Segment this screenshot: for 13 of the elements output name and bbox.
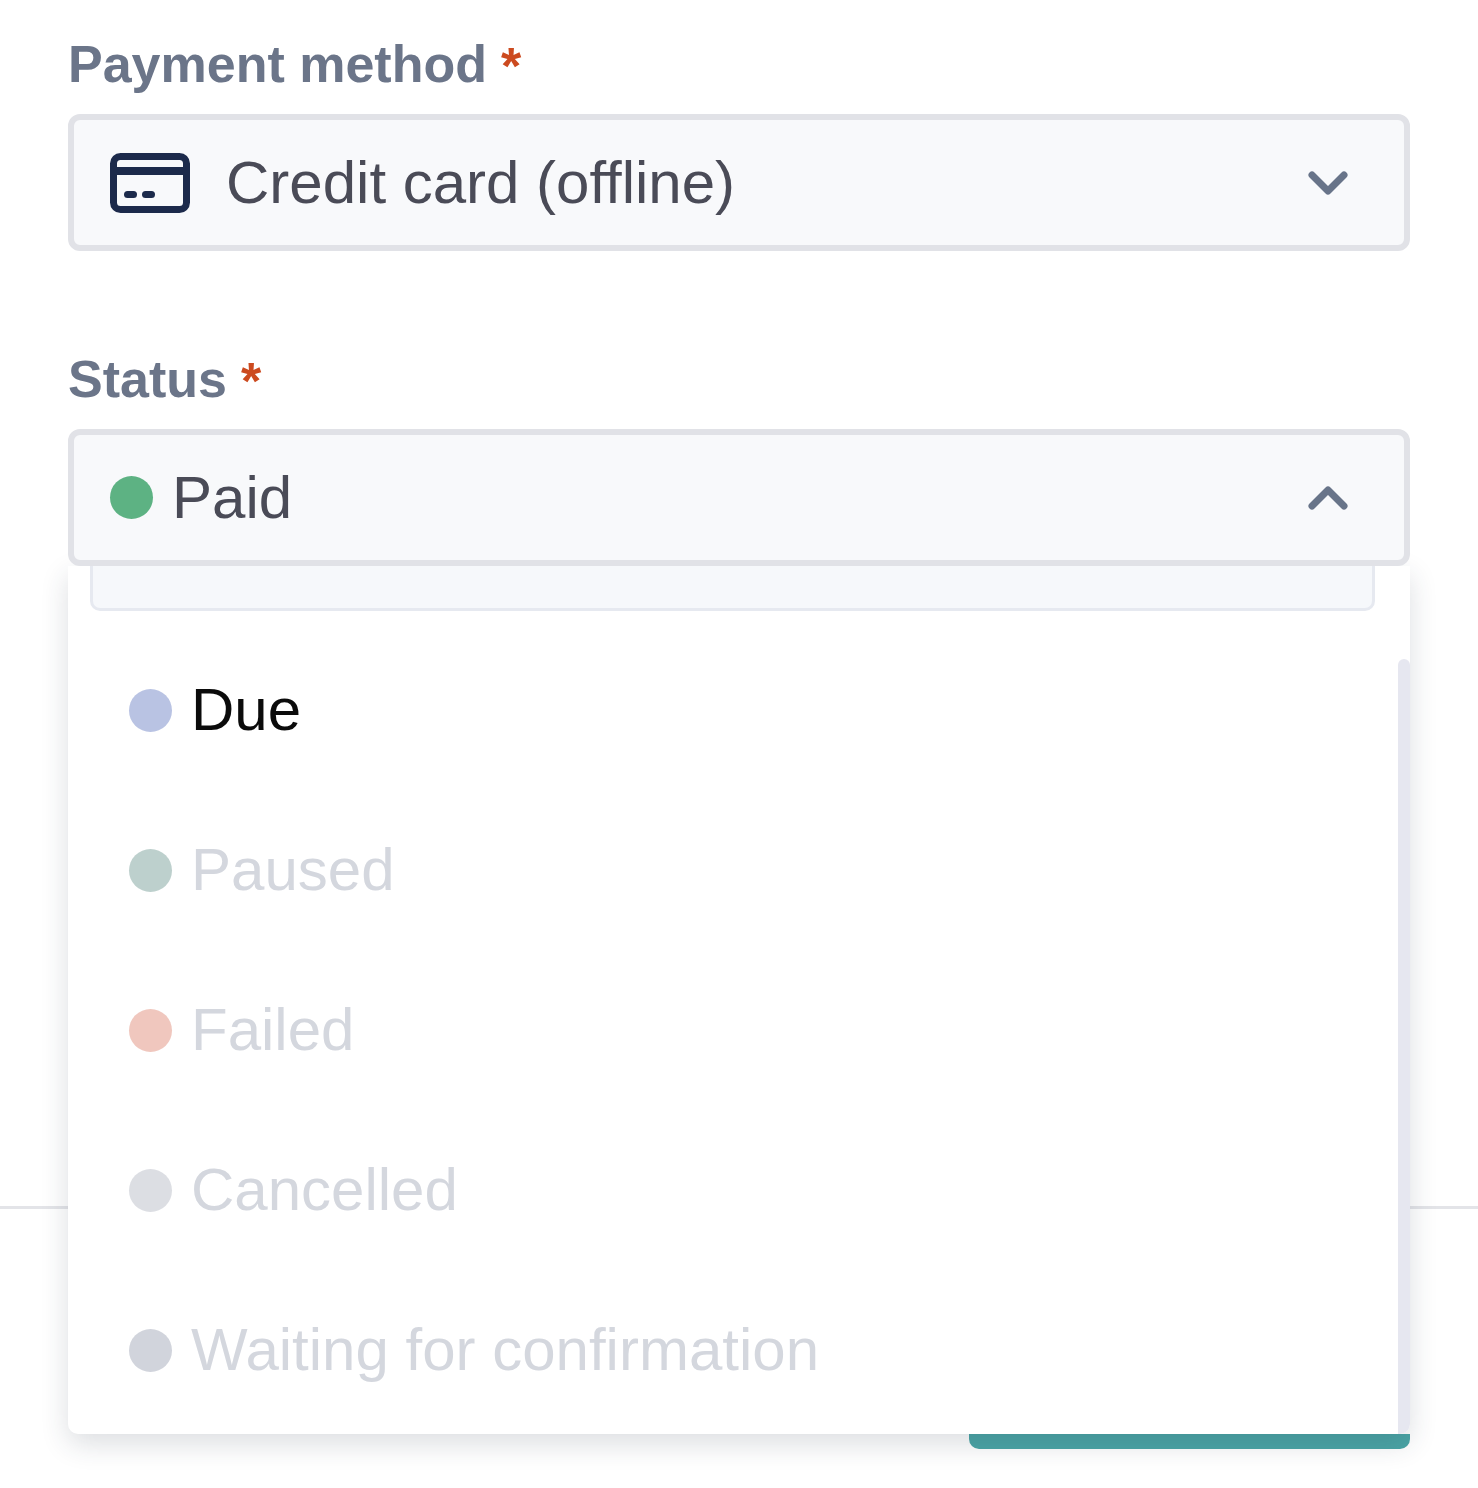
highlighted-option-row[interactable] — [90, 566, 1375, 611]
action-button[interactable] — [969, 1434, 1410, 1449]
status-option[interactable]: Due — [90, 649, 1375, 771]
scrollbar[interactable] — [1398, 659, 1410, 1434]
required-mark: * — [501, 40, 522, 92]
selected-value: Paid — [172, 467, 293, 528]
credit-card-icon — [110, 152, 190, 213]
field-label: Payment method — [68, 36, 487, 92]
select-field[interactable]: Paid — [68, 429, 1410, 566]
field-label: Status — [68, 351, 227, 407]
selected-value: Credit card (offline) — [226, 152, 736, 213]
select-field[interactable]: Credit card (offline) — [68, 114, 1410, 251]
required-mark: * — [240, 355, 262, 407]
